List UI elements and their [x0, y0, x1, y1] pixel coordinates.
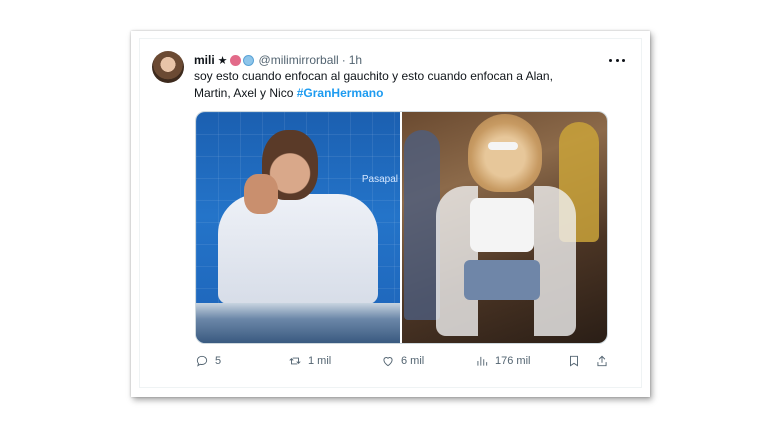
- name-emojis: ★: [218, 54, 254, 67]
- share-button[interactable]: [595, 354, 609, 368]
- retweet-button[interactable]: 1 mil: [288, 354, 331, 368]
- tweet-card: mili ★ @milimirrorball · 1h soy esto cua…: [139, 38, 642, 388]
- analytics-icon: [477, 356, 488, 366]
- like-count: 6 mil: [401, 355, 425, 367]
- tv-graphic-label: Pasapal: [361, 174, 398, 185]
- retweet-count: 1 mil: [308, 355, 332, 367]
- views-count: 176 mil: [495, 355, 531, 367]
- more-options-icon[interactable]: [609, 53, 625, 67]
- media-image-left[interactable]: Pasapal: [196, 112, 400, 343]
- reply-icon: [196, 355, 208, 367]
- views-button[interactable]: 176 mil: [475, 354, 530, 368]
- avatar[interactable]: [152, 51, 184, 83]
- tweet-header: mili ★ @milimirrorball · 1h: [194, 51, 362, 69]
- star-icon: ★: [217, 54, 228, 67]
- share-icon: [597, 355, 607, 367]
- bookmark-icon: [570, 355, 578, 367]
- heart-icon: [383, 357, 393, 367]
- separator-dot: ·: [341, 53, 346, 67]
- tweet-media[interactable]: Pasapal: [195, 111, 608, 344]
- hashtag-link[interactable]: #GranHermano: [297, 86, 384, 100]
- reply-count: 5: [215, 355, 222, 367]
- retweet-icon: [289, 357, 301, 365]
- reply-button[interactable]: 5: [195, 354, 221, 368]
- timestamp[interactable]: 1h: [349, 53, 362, 67]
- display-name[interactable]: mili: [194, 53, 215, 67]
- tweet-actions: 5 1 mil 6 mil 176 mil: [195, 354, 615, 372]
- flower-icon: [229, 54, 241, 66]
- tweet-text-line1: soy esto cuando enfocan al gauchito y es…: [194, 69, 553, 83]
- bookmark-button[interactable]: [567, 354, 581, 368]
- globe-icon: [242, 54, 254, 66]
- tweet-text: soy esto cuando enfocan al gauchito y es…: [194, 68, 634, 102]
- user-handle[interactable]: @milimirrorball: [259, 53, 339, 67]
- tweet-text-line2: Martin, Axel y Nico: [194, 86, 294, 100]
- like-button[interactable]: 6 mil: [381, 354, 424, 368]
- media-image-right[interactable]: [402, 112, 607, 343]
